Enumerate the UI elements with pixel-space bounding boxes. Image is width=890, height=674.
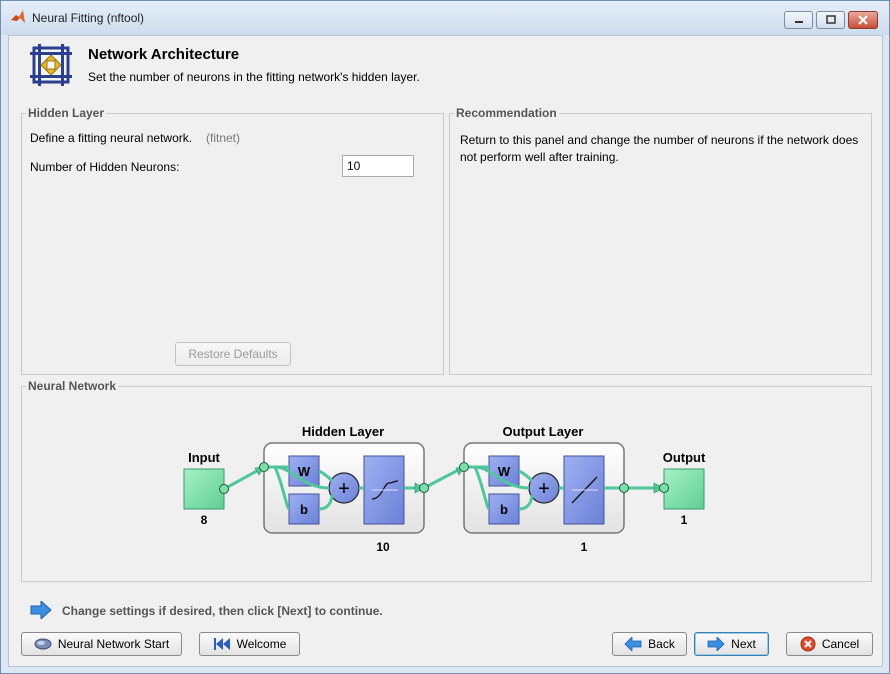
welcome-button[interactable]: Welcome xyxy=(199,632,300,656)
neural-network-start-button[interactable]: Neural Network Start xyxy=(21,632,182,656)
minimize-button[interactable] xyxy=(784,11,813,29)
maximize-button[interactable] xyxy=(816,11,845,29)
output-layer-size: 1 xyxy=(581,540,588,554)
page-subtitle: Set the number of neurons in the fitting… xyxy=(88,70,420,84)
next-label: Next xyxy=(731,637,756,651)
output-layer-title: Output Layer xyxy=(503,424,584,439)
cancel-button[interactable]: Cancel xyxy=(786,632,873,656)
neural-network-panel: Neural Network Input 8 Hidden Layer W b … xyxy=(21,379,872,582)
window-title: Neural Fitting (nftool) xyxy=(32,11,145,25)
back-label: Back xyxy=(648,637,675,651)
hidden-neurons-input[interactable] xyxy=(342,155,414,177)
close-button[interactable] xyxy=(848,11,878,29)
rewind-icon xyxy=(213,638,230,650)
content-area: Network Architecture Set the number of n… xyxy=(8,35,883,667)
arrow-right-icon xyxy=(30,601,52,619)
matlab-logo-icon xyxy=(11,10,25,23)
network-architecture-icon xyxy=(30,44,72,86)
recommendation-panel: Recommendation Return to this panel and … xyxy=(449,106,872,375)
hidden-layer-size: 10 xyxy=(376,540,390,554)
output-box xyxy=(663,468,705,510)
input-box xyxy=(183,468,225,510)
fitnet-text: (fitnet) xyxy=(206,131,241,145)
title-bar[interactable]: Neural Fitting (nftool) xyxy=(1,1,889,35)
close-icon xyxy=(858,15,868,25)
hidden-layer-panel: Hidden Layer Define a fitting neural net… xyxy=(21,106,444,375)
recommendation-text-line2: not perform well after training. xyxy=(460,150,619,164)
hint-text: Change settings if desired, then click [… xyxy=(62,604,383,618)
output-size: 1 xyxy=(681,513,688,527)
neural-network-start-label: Neural Network Start xyxy=(57,637,170,651)
restore-defaults-button[interactable]: Restore Defaults xyxy=(175,342,291,366)
back-arrow-icon xyxy=(624,637,642,651)
network-diagram: Input 8 Hidden Layer W b + 10 Output Lay… xyxy=(183,424,706,554)
start-icon xyxy=(34,638,52,650)
minimize-icon xyxy=(794,21,803,23)
hidden-layer-panel-label: Hidden Layer xyxy=(26,106,107,120)
restore-defaults-label: Restore Defaults xyxy=(188,347,278,361)
next-arrow-icon xyxy=(707,637,725,651)
welcome-label: Welcome xyxy=(236,637,287,651)
page-title: Network Architecture xyxy=(88,46,240,63)
output-sum-label: + xyxy=(538,478,550,500)
input-label: Input xyxy=(188,450,220,465)
recommendation-text-line1: Return to this panel and change the numb… xyxy=(460,133,859,147)
app-window: Neural Fitting (nftool) Network Architec… xyxy=(0,0,890,674)
output-bias-label: b xyxy=(500,502,508,517)
define-network-text: Define a fitting neural network. xyxy=(30,131,193,145)
next-button[interactable]: Next xyxy=(694,632,769,656)
hidden-layer-title: Hidden Layer xyxy=(302,424,384,439)
hidden-sum-label: + xyxy=(338,478,350,500)
hidden-bias-label: b xyxy=(300,502,308,517)
recommendation-panel-label: Recommendation xyxy=(454,106,559,120)
back-button[interactable]: Back xyxy=(612,632,687,656)
cancel-label: Cancel xyxy=(821,637,860,651)
cancel-icon xyxy=(800,636,816,652)
hidden-neurons-label: Number of Hidden Neurons: xyxy=(30,160,180,174)
maximize-icon xyxy=(825,15,836,24)
output-label: Output xyxy=(663,450,706,465)
input-size: 8 xyxy=(201,513,208,527)
